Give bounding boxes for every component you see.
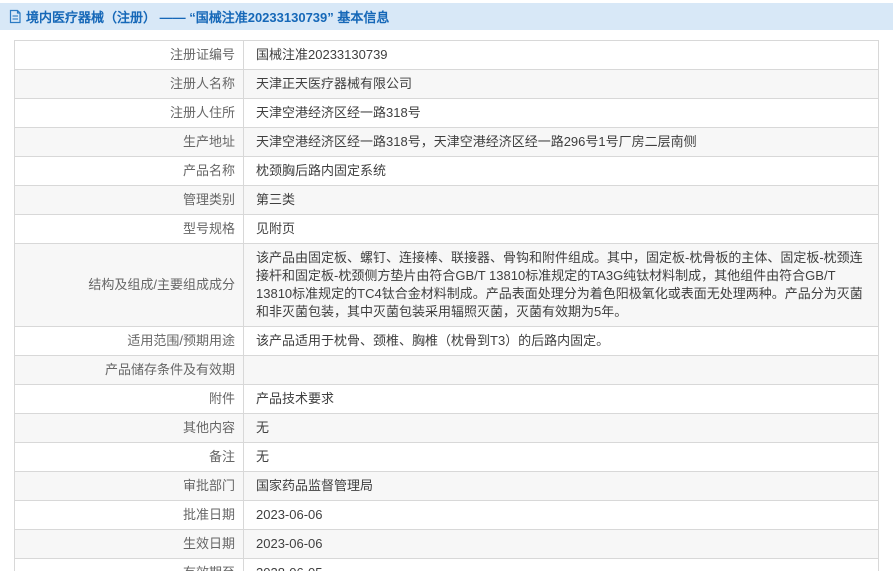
table-row: 注册证编号国械注准20233130739	[15, 41, 879, 70]
row-value: 无	[244, 414, 879, 443]
row-label: 产品名称	[15, 157, 244, 186]
table-row: 有效期至2028-06-05	[15, 559, 879, 571]
table-row: 注册人住所天津空港经济区经一路318号	[15, 99, 879, 128]
row-label: 有效期至	[15, 559, 244, 571]
row-value: 国械注准20233130739	[244, 41, 879, 70]
info-table-body: 注册证编号国械注准20233130739注册人名称天津正天医疗器械有限公司注册人…	[15, 41, 879, 571]
row-value: 2028-06-05	[244, 559, 879, 571]
row-value: 第三类	[244, 186, 879, 215]
table-row: 其他内容无	[15, 414, 879, 443]
row-value: 国家药品监督管理局	[244, 472, 879, 501]
row-value: 无	[244, 443, 879, 472]
row-value	[244, 356, 879, 385]
row-value: 该产品由固定板、螺钉、连接棒、联接器、骨钩和附件组成。其中，固定板-枕骨板的主体…	[244, 244, 879, 327]
row-label: 附件	[15, 385, 244, 414]
row-label: 注册证编号	[15, 41, 244, 70]
row-label: 型号规格	[15, 215, 244, 244]
row-value: 见附页	[244, 215, 879, 244]
table-row: 生产地址天津空港经济区经一路318号，天津空港经济区经一路296号1号厂房二层南…	[15, 128, 879, 157]
table-row: 审批部门国家药品监督管理局	[15, 472, 879, 501]
table-row: 批准日期2023-06-06	[15, 501, 879, 530]
table-row: 产品名称枕颈胸后路内固定系统	[15, 157, 879, 186]
row-label: 审批部门	[15, 472, 244, 501]
row-label: 管理类别	[15, 186, 244, 215]
row-label: 生效日期	[15, 530, 244, 559]
table-row: 产品储存条件及有效期	[15, 356, 879, 385]
page-header: 境内医疗器械（注册） —— “国械注准20233130739” 基本信息	[0, 3, 893, 30]
document-icon	[8, 9, 22, 24]
table-row: 适用范围/预期用途该产品适用于枕骨、颈椎、胸椎（枕骨到T3）的后路内固定。	[15, 327, 879, 356]
row-label: 备注	[15, 443, 244, 472]
row-label: 生产地址	[15, 128, 244, 157]
row-value: 枕颈胸后路内固定系统	[244, 157, 879, 186]
table-row: 备注无	[15, 443, 879, 472]
row-label: 结构及组成/主要组成成分	[15, 244, 244, 327]
registration-info-table: 注册证编号国械注准20233130739注册人名称天津正天医疗器械有限公司注册人…	[14, 40, 879, 571]
row-value: 天津空港经济区经一路318号，天津空港经济区经一路296号1号厂房二层南侧	[244, 128, 879, 157]
table-row: 管理类别第三类	[15, 186, 879, 215]
table-row: 注册人名称天津正天医疗器械有限公司	[15, 70, 879, 99]
row-label: 适用范围/预期用途	[15, 327, 244, 356]
row-label: 注册人名称	[15, 70, 244, 99]
table-row: 型号规格见附页	[15, 215, 879, 244]
row-value: 该产品适用于枕骨、颈椎、胸椎（枕骨到T3）的后路内固定。	[244, 327, 879, 356]
row-label: 其他内容	[15, 414, 244, 443]
table-row: 结构及组成/主要组成成分该产品由固定板、螺钉、连接棒、联接器、骨钩和附件组成。其…	[15, 244, 879, 327]
row-value: 产品技术要求	[244, 385, 879, 414]
row-value: 天津空港经济区经一路318号	[244, 99, 879, 128]
table-row: 生效日期2023-06-06	[15, 530, 879, 559]
row-value: 2023-06-06	[244, 530, 879, 559]
page-title: 境内医疗器械（注册） —— “国械注准20233130739” 基本信息	[26, 7, 389, 26]
row-label: 注册人住所	[15, 99, 244, 128]
table-row: 附件产品技术要求	[15, 385, 879, 414]
row-label: 批准日期	[15, 501, 244, 530]
row-value: 天津正天医疗器械有限公司	[244, 70, 879, 99]
row-label: 产品储存条件及有效期	[15, 356, 244, 385]
row-value: 2023-06-06	[244, 501, 879, 530]
